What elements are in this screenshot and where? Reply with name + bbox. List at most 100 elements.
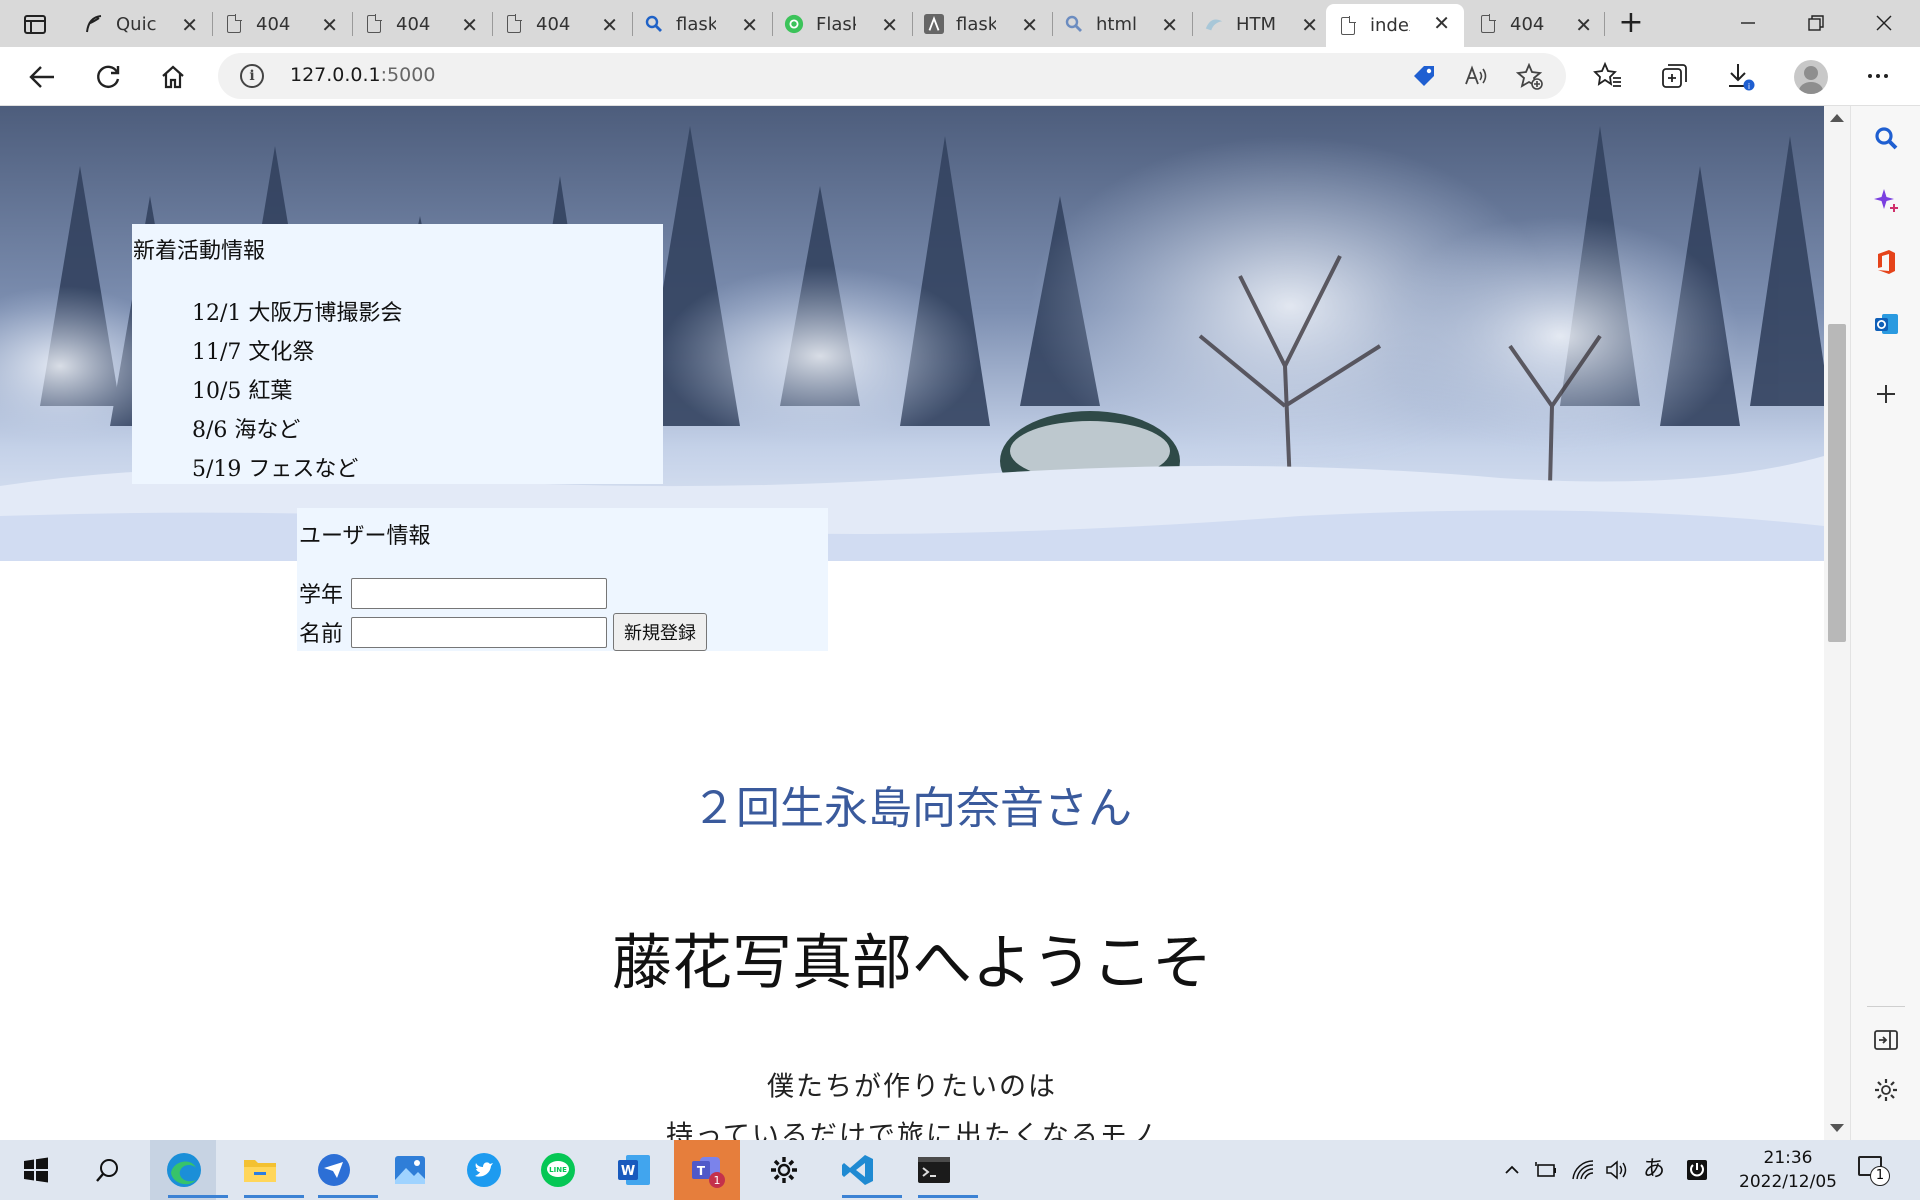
register-button[interactable]: 新規登録 bbox=[613, 613, 707, 651]
quill-icon bbox=[84, 14, 104, 34]
close-icon[interactable]: ✕ bbox=[321, 13, 338, 37]
name-input[interactable] bbox=[351, 616, 607, 648]
close-icon[interactable]: ✕ bbox=[1021, 13, 1038, 37]
wifi-icon[interactable] bbox=[1570, 1156, 1596, 1184]
edge-browser-icon[interactable] bbox=[162, 1148, 228, 1198]
add-favorite-icon[interactable] bbox=[1515, 62, 1544, 91]
home-button[interactable] bbox=[155, 59, 191, 95]
tab-actions-button[interactable] bbox=[18, 10, 52, 38]
search-icon bbox=[1064, 14, 1084, 34]
close-icon[interactable]: ✕ bbox=[181, 13, 198, 37]
tab-index-active[interactable]: index ✕ bbox=[1326, 4, 1464, 47]
tab-label: flask bbox=[956, 13, 996, 35]
tab-label: Flask bbox=[816, 13, 856, 35]
vscode-icon[interactable] bbox=[836, 1148, 902, 1198]
scroll-up-arrow-icon[interactable] bbox=[1830, 114, 1844, 122]
name-label: 名前 bbox=[299, 622, 344, 647]
back-button[interactable] bbox=[24, 59, 60, 95]
notification-center-button[interactable]: 1 bbox=[1854, 1154, 1890, 1186]
address-bar[interactable]: i 127.0.0.1:5000 bbox=[218, 53, 1566, 99]
svg-text:LINE: LINE bbox=[549, 1166, 567, 1174]
close-icon[interactable]: ✕ bbox=[1301, 13, 1318, 37]
close-icon[interactable]: ✕ bbox=[1161, 13, 1178, 37]
tab-404-3[interactable]: 404 N ✕ bbox=[492, 6, 632, 42]
terminal-icon[interactable] bbox=[912, 1148, 978, 1198]
sparkle-icon[interactable] bbox=[1869, 186, 1903, 220]
more-menu-icon[interactable] bbox=[1862, 61, 1894, 93]
photos-icon[interactable] bbox=[388, 1148, 432, 1192]
lead-text-line: 持っているだけで旅に出たくなるモノ bbox=[666, 1120, 1158, 1141]
settings-gear-icon[interactable] bbox=[762, 1148, 806, 1192]
chat-app-icon[interactable] bbox=[312, 1148, 378, 1198]
coupon-tag-icon[interactable] bbox=[1410, 63, 1438, 91]
lambda-icon bbox=[924, 14, 944, 34]
clock-date: 2022/12/05 bbox=[1739, 1172, 1837, 1192]
browser-toolbar: i 127.0.0.1:5000 i bbox=[0, 47, 1920, 106]
news-item: 8/6 海など bbox=[192, 418, 301, 443]
news-item: 5/19 フェスなど bbox=[192, 457, 359, 482]
outlook-icon[interactable] bbox=[1869, 310, 1903, 344]
volume-icon[interactable] bbox=[1604, 1156, 1630, 1184]
add-icon[interactable] bbox=[1869, 380, 1903, 414]
search-icon[interactable] bbox=[1869, 124, 1903, 158]
twitter-icon[interactable] bbox=[462, 1148, 506, 1192]
tab-404-4[interactable]: 404 N ✕ bbox=[1466, 6, 1606, 42]
news-list: 12/1 大阪万博撮影会 11/7 文化祭 10/5 紅葉 8/6 海など 5/… bbox=[192, 294, 402, 489]
tab-flask-site[interactable]: Flask ✕ bbox=[772, 6, 912, 42]
close-icon[interactable]: ✕ bbox=[461, 13, 478, 37]
downloads-icon[interactable]: i bbox=[1724, 61, 1756, 93]
news-panel: 新着活動情報 12/1 大阪万博撮影会 11/7 文化祭 10/5 紅葉 8/6… bbox=[132, 224, 663, 484]
close-icon[interactable]: ✕ bbox=[741, 13, 758, 37]
close-icon[interactable]: ✕ bbox=[1575, 13, 1592, 37]
url-text[interactable]: 127.0.0.1:5000 bbox=[290, 64, 435, 86]
tab-quick[interactable]: Quick ✕ bbox=[72, 6, 212, 42]
search-icon[interactable] bbox=[86, 1148, 130, 1192]
read-aloud-icon[interactable] bbox=[1462, 63, 1490, 91]
tab-html-search[interactable]: html ✕ bbox=[1052, 6, 1192, 42]
tab-404-1[interactable]: 404 N ✕ bbox=[212, 6, 352, 42]
close-icon[interactable]: ✕ bbox=[1433, 11, 1450, 35]
svg-text:T: T bbox=[697, 1164, 706, 1178]
site-info-icon[interactable]: i bbox=[240, 64, 264, 88]
show-hidden-icons-chevron-icon[interactable] bbox=[1500, 1156, 1524, 1184]
collections-icon[interactable] bbox=[1658, 61, 1690, 93]
tab-label: 404 N bbox=[536, 13, 576, 35]
taskbar-clock[interactable]: 21:36 2022/12/05 bbox=[1728, 1146, 1848, 1194]
word-icon[interactable]: W bbox=[612, 1148, 656, 1192]
tab-404-2[interactable]: 404 N ✕ bbox=[352, 6, 492, 42]
page-title: 藤花写真部へようこそ bbox=[612, 928, 1212, 999]
tab-label: Quick bbox=[116, 13, 156, 35]
page-scrollbar[interactable] bbox=[1824, 106, 1850, 1140]
edge-sidebar bbox=[1850, 106, 1920, 1140]
ime-mode-indicator[interactable]: あ bbox=[1640, 1156, 1668, 1184]
ime-toggle-icon[interactable] bbox=[1684, 1156, 1710, 1184]
url-port: :5000 bbox=[380, 64, 436, 86]
teams-icon[interactable]: T1 bbox=[686, 1148, 730, 1192]
scrollbar-thumb[interactable] bbox=[1828, 324, 1846, 642]
tab-label: 404 N bbox=[256, 13, 296, 35]
favorites-icon[interactable] bbox=[1592, 61, 1624, 93]
flask-site-icon bbox=[784, 14, 804, 34]
windows-start-icon[interactable] bbox=[14, 1148, 58, 1192]
line-app-icon[interactable]: LINE bbox=[536, 1148, 580, 1192]
hide-sidebar-icon[interactable] bbox=[1869, 1026, 1903, 1060]
tab-flask-search[interactable]: flask ✕ bbox=[632, 6, 772, 42]
profile-avatar[interactable] bbox=[1794, 60, 1828, 94]
teams-badge-count: 1 bbox=[714, 1174, 721, 1187]
scroll-down-arrow-icon[interactable] bbox=[1830, 1124, 1844, 1132]
tab-flask-lambda[interactable]: flask ✕ bbox=[912, 6, 1052, 42]
settings-gear-icon[interactable] bbox=[1869, 1076, 1903, 1110]
refresh-button[interactable] bbox=[90, 59, 126, 95]
close-window-button[interactable] bbox=[1864, 8, 1904, 38]
welcome-subtitle: ２回生永島向奈音さん bbox=[692, 783, 1132, 834]
restore-button[interactable] bbox=[1796, 8, 1836, 38]
close-icon[interactable]: ✕ bbox=[881, 13, 898, 37]
office-icon[interactable] bbox=[1869, 248, 1903, 282]
close-icon[interactable]: ✕ bbox=[601, 13, 618, 37]
battery-icon[interactable] bbox=[1534, 1156, 1560, 1184]
tab-html-site[interactable]: HTML ✕ bbox=[1192, 6, 1332, 42]
grade-input[interactable] bbox=[351, 577, 607, 609]
file-explorer-icon[interactable] bbox=[238, 1148, 304, 1198]
minimize-button[interactable] bbox=[1728, 8, 1768, 38]
new-tab-button[interactable]: + bbox=[1614, 8, 1648, 40]
